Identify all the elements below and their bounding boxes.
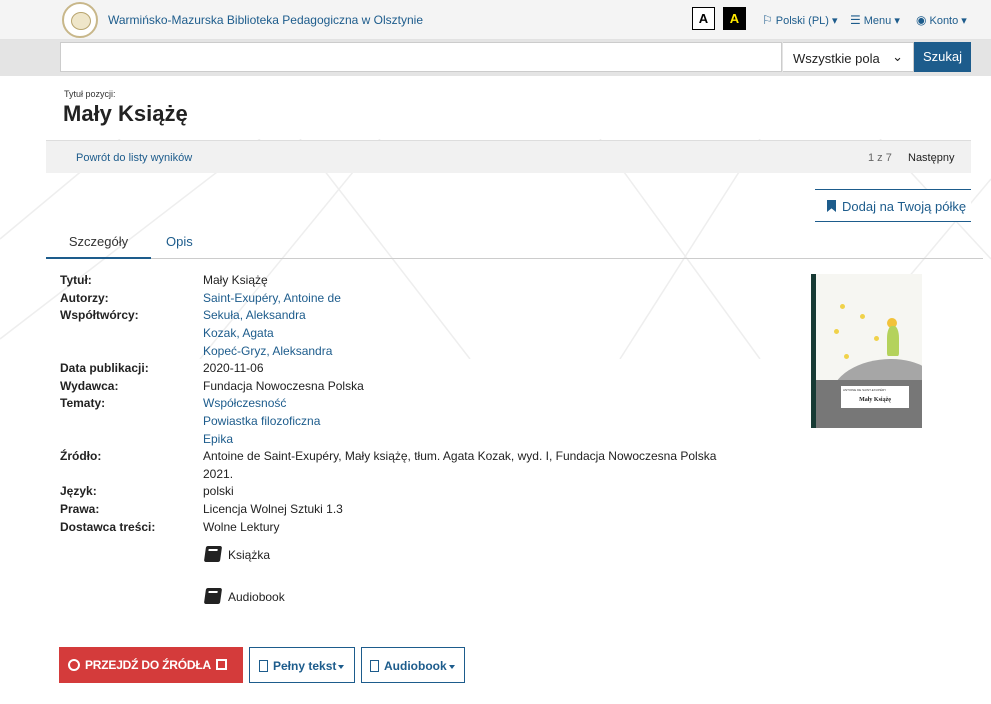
detail-label-contributors: Współtwórcy: bbox=[60, 308, 139, 322]
detail-value-provider: Wolne Lektury bbox=[203, 520, 280, 534]
book-icon bbox=[203, 546, 223, 562]
top-bar: Warmińsko-Mazurska Biblioteka Pedagogicz… bbox=[0, 0, 991, 40]
contributor-link[interactable]: Kozak, Agata bbox=[203, 326, 274, 340]
detail-label-title: Tytuł: bbox=[60, 273, 92, 287]
cover-title: Mały Książę bbox=[859, 397, 891, 403]
external-link-icon bbox=[215, 659, 227, 670]
back-to-results-link[interactable]: Powrót do listy wyników bbox=[76, 152, 192, 164]
search-field-select[interactable]: Wszystkie pola ⌄ bbox=[783, 42, 914, 72]
main-menu[interactable]: ☰ Menu ▾ bbox=[850, 13, 900, 27]
bookmark-icon bbox=[827, 200, 836, 212]
result-navigation: Powrót do listy wyników 1 z 7 Następny bbox=[46, 140, 971, 173]
menu-label: Menu bbox=[863, 15, 892, 27]
audiobook-icon bbox=[203, 588, 223, 604]
detail-label-subjects: Tematy: bbox=[60, 396, 106, 410]
caret-down-icon bbox=[448, 665, 455, 669]
hamburger-icon: ☰ bbox=[850, 13, 861, 27]
cover-star bbox=[844, 354, 849, 359]
author-link[interactable]: Saint-Exupéry, Antoine de bbox=[203, 291, 341, 305]
search-field-value: Wszystkie pola bbox=[793, 51, 880, 66]
flag-icon: ⚐ bbox=[762, 13, 773, 27]
full-text-label: Pełny tekst bbox=[273, 659, 337, 673]
search-bar: Wszystkie pola ⌄ Szukaj bbox=[0, 40, 991, 76]
format-book: Książka bbox=[203, 546, 271, 562]
format-audiobook-label: Audiobook bbox=[228, 590, 285, 604]
detail-label-source: Źródło: bbox=[60, 449, 102, 463]
detail-value-language: polski bbox=[203, 484, 234, 498]
detail-label-language: Język: bbox=[60, 484, 97, 498]
contrast-normal-button[interactable]: A bbox=[692, 7, 715, 30]
tab-details[interactable]: Szczegóły bbox=[46, 234, 151, 259]
language-menu[interactable]: ⚐ Polski (PL) ▾ bbox=[762, 13, 838, 27]
account-label: Konto bbox=[929, 15, 959, 27]
detail-value-title: Mały Książę bbox=[203, 273, 268, 287]
search-input[interactable] bbox=[60, 42, 782, 72]
contributor-link[interactable]: Sekuła, Aleksandra bbox=[203, 308, 306, 322]
search-button[interactable]: Szukaj bbox=[914, 42, 971, 72]
account-menu[interactable]: ◉ Konto ▾ bbox=[916, 13, 967, 27]
format-audiobook: Audiobook bbox=[203, 588, 285, 604]
detail-label-publisher: Wydawca: bbox=[60, 379, 119, 393]
cover-star bbox=[874, 336, 879, 341]
tab-description[interactable]: Opis bbox=[166, 234, 193, 249]
page-title: Mały Książę bbox=[63, 101, 188, 126]
result-counter: 1 z 7 bbox=[868, 152, 892, 164]
subject-link[interactable]: Współczesność bbox=[203, 396, 286, 410]
subject-link[interactable]: Powiastka filozoficzna bbox=[203, 414, 320, 428]
chevron-down-icon: ⌄ bbox=[892, 49, 903, 64]
user-circle-icon: ◉ bbox=[916, 13, 927, 27]
detail-value-date: 2020-11-06 bbox=[203, 361, 264, 375]
detail-value-rights: Licencja Wolnej Sztuki 1.3 bbox=[203, 502, 343, 516]
audiobook-label: Audiobook bbox=[384, 659, 447, 673]
detail-label-rights: Prawa: bbox=[60, 502, 100, 516]
cover-star bbox=[840, 304, 845, 309]
contributor-link[interactable]: Kopeć-Gryz, Aleksandra bbox=[203, 344, 332, 358]
contrast-high-button[interactable]: A bbox=[723, 7, 746, 30]
cover-star bbox=[834, 329, 839, 334]
book-cover[interactable]: ANTOINE DE SAINT-EXUPÉRY Mały Książę bbox=[811, 274, 922, 428]
audio-file-icon bbox=[370, 660, 379, 672]
go-to-source-button[interactable]: PRZEJDŹ DO ŹRÓDŁA bbox=[59, 647, 243, 683]
format-book-label: Książka bbox=[228, 548, 271, 562]
full-text-button[interactable]: Pełny tekst bbox=[249, 647, 355, 683]
detail-value-source: Antoine de Saint-Exupéry, Mały książę, t… bbox=[203, 449, 717, 463]
cover-prince bbox=[887, 326, 899, 356]
next-result-link[interactable]: Następny bbox=[908, 152, 954, 164]
caret-down-icon bbox=[338, 665, 345, 669]
title-label: Tytuł pozycji: bbox=[64, 89, 116, 99]
globe-icon bbox=[68, 659, 80, 671]
document-icon bbox=[259, 660, 268, 672]
language-label: Polski (PL) bbox=[775, 15, 829, 27]
detail-label-authors: Autorzy: bbox=[60, 291, 109, 305]
detail-label-date: Data publikacji: bbox=[60, 361, 149, 375]
go-to-source-label: PRZEJDŹ DO ŹRÓDŁA bbox=[85, 658, 211, 672]
detail-value-source-cont: 2021. bbox=[203, 467, 234, 481]
cover-author: ANTOINE DE SAINT-EXUPÉRY bbox=[843, 388, 887, 392]
subject-link[interactable]: Epika bbox=[203, 432, 233, 446]
add-to-shelf-button[interactable]: Dodaj na Twoją półkę bbox=[815, 189, 971, 222]
add-to-shelf-label: Dodaj na Twoją półkę bbox=[842, 199, 967, 214]
cover-star bbox=[860, 314, 865, 319]
detail-label-provider: Dostawca treści: bbox=[60, 520, 156, 534]
audiobook-button[interactable]: Audiobook bbox=[361, 647, 465, 683]
library-name-link[interactable]: Warmińsko-Mazurska Biblioteka Pedagogicz… bbox=[108, 13, 423, 27]
library-logo[interactable] bbox=[62, 2, 98, 38]
record-tabs: Szczegóły Opis bbox=[46, 226, 983, 259]
detail-value-publisher: Fundacja Nowoczesna Polska bbox=[203, 379, 364, 393]
